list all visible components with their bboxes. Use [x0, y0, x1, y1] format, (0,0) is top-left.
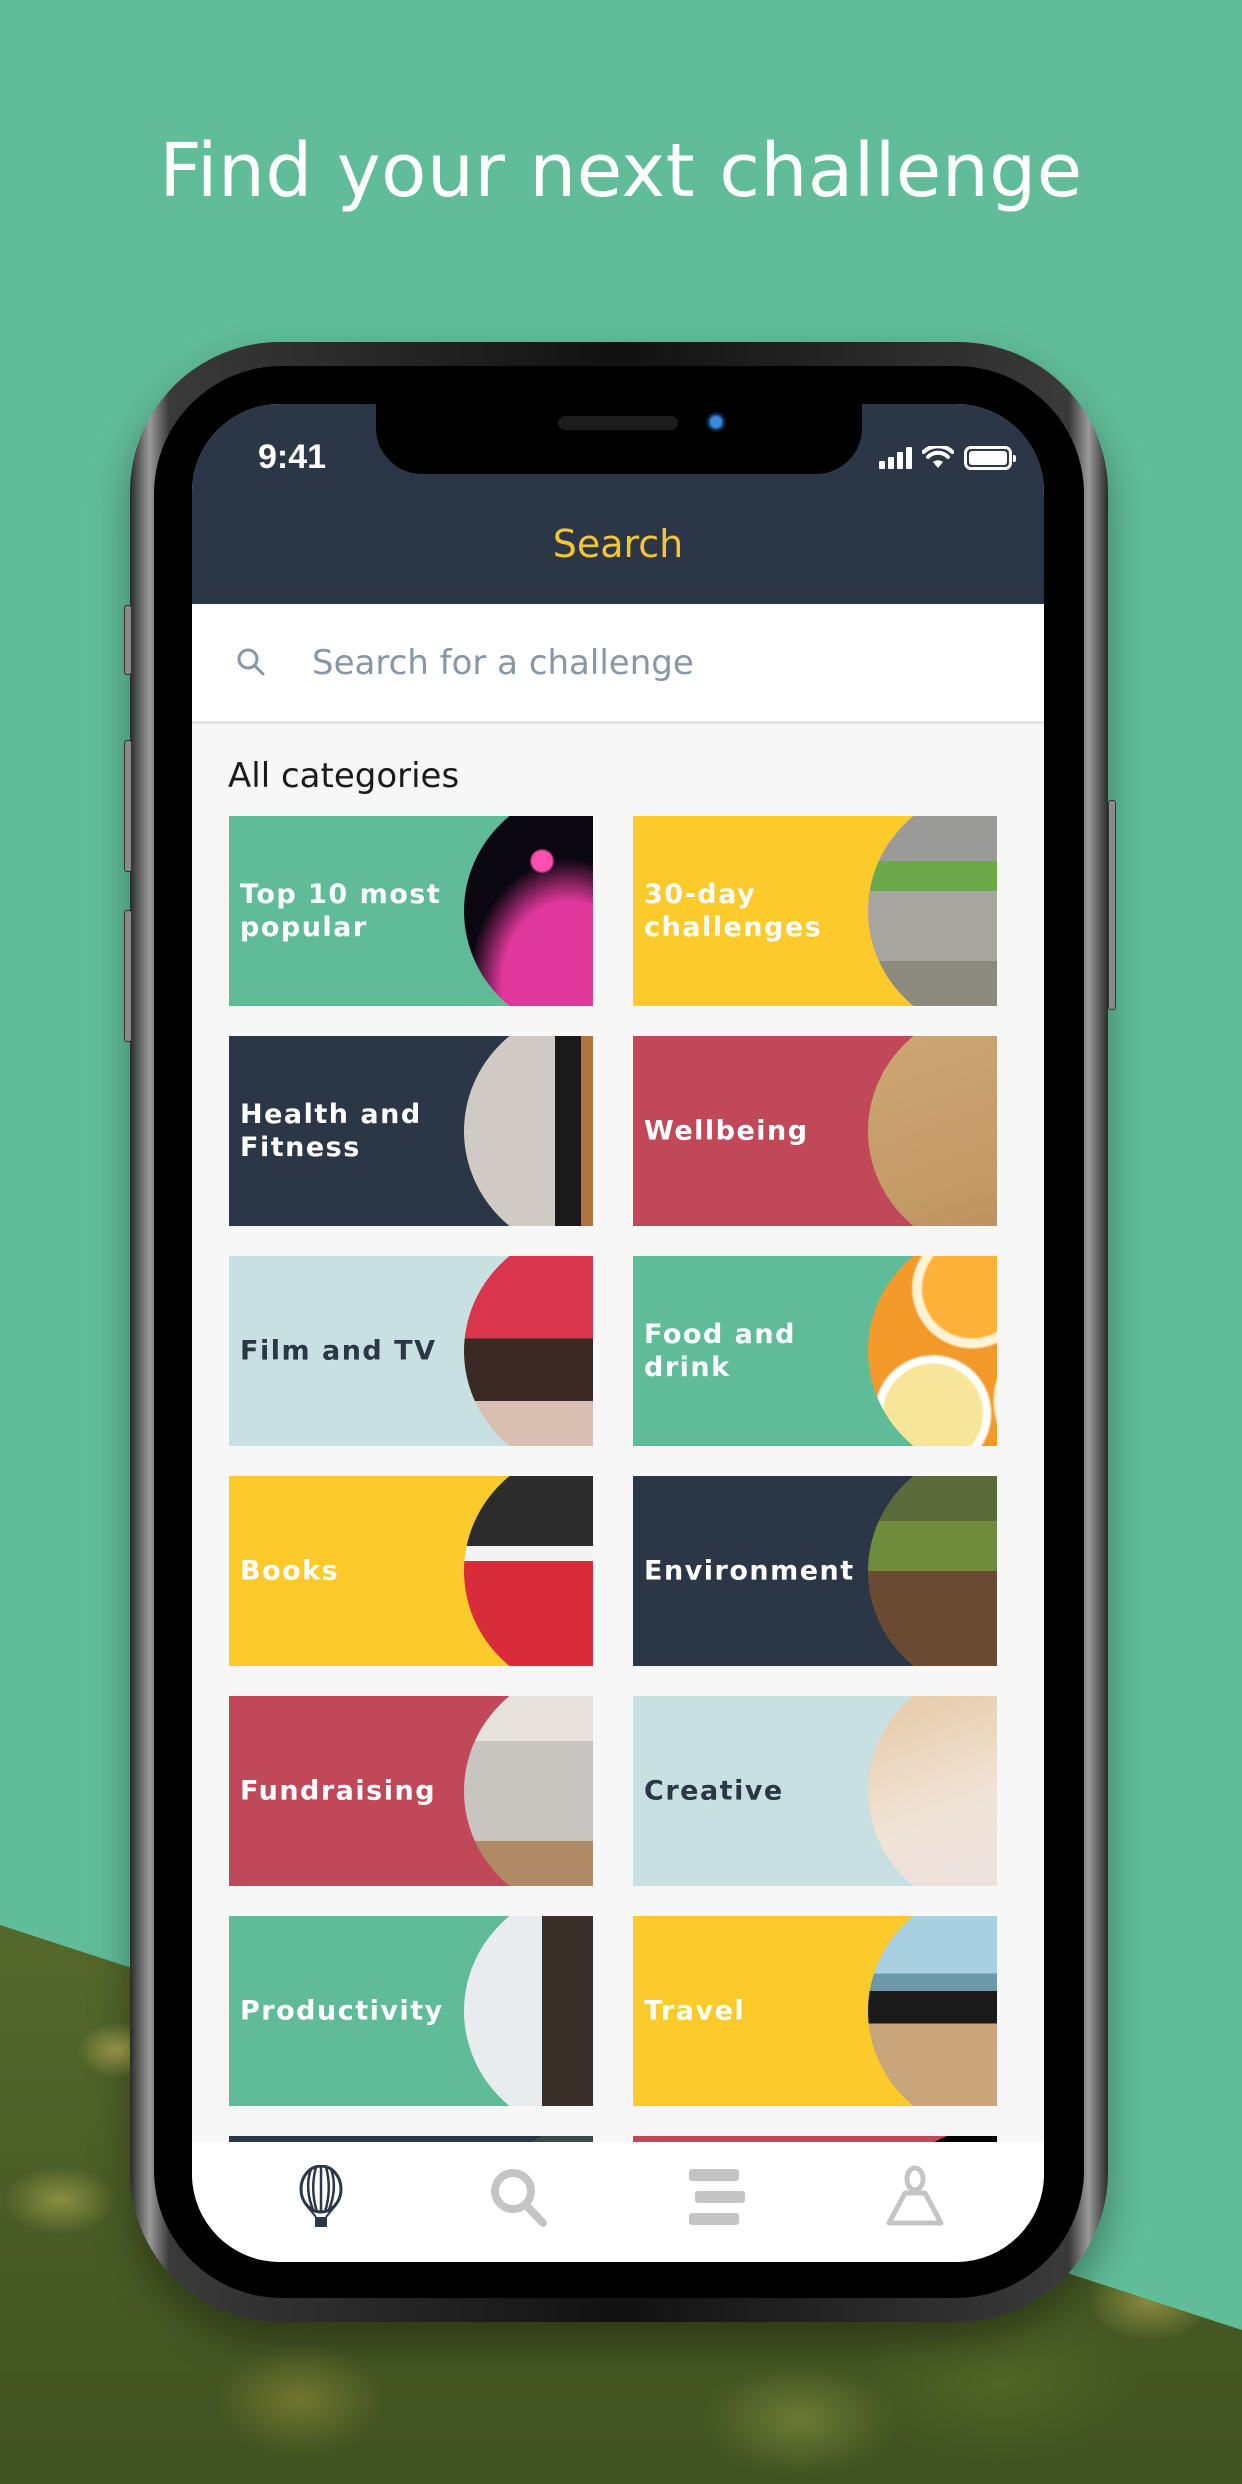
- hot-air-balloon-icon: [299, 2165, 343, 2227]
- notch: [376, 404, 862, 474]
- tab-profile[interactable]: [875, 2157, 955, 2237]
- search-input[interactable]: [312, 642, 912, 683]
- category-label: 30-day challenges: [644, 879, 823, 943]
- category-image: [464, 1696, 593, 1886]
- tab-bar: [192, 2142, 1044, 2262]
- category-image: [464, 1256, 593, 1446]
- category-label: Film and TV: [240, 1335, 437, 1367]
- category-card[interactable]: Food and drink: [633, 1256, 997, 1446]
- status-icons: [879, 446, 1016, 470]
- front-camera: [706, 412, 726, 432]
- tab-search[interactable]: [479, 2157, 559, 2237]
- header: 9:41 Search: [192, 404, 1044, 604]
- category-label: Environment: [644, 1555, 855, 1587]
- category-image: [464, 1036, 593, 1226]
- category-card[interactable]: Film and TV: [229, 1256, 593, 1446]
- profile-icon: [886, 2165, 944, 2226]
- search-bar[interactable]: [192, 604, 1044, 724]
- volume-down-button: [124, 910, 132, 1042]
- tab-explore[interactable]: [281, 2157, 361, 2237]
- category-card[interactable]: Books: [229, 1476, 593, 1666]
- status-time: 9:41: [258, 438, 327, 476]
- category-image: [868, 1036, 997, 1226]
- category-card[interactable]: Creative: [633, 1696, 997, 1886]
- category-card[interactable]: 30-day challenges: [633, 816, 997, 1006]
- page-title: Search: [552, 522, 684, 566]
- category-image: [464, 816, 593, 1006]
- category-label: Wellbeing: [644, 1115, 809, 1147]
- category-label: Creative: [644, 1775, 784, 1807]
- category-label: Health and Fitness: [240, 1099, 422, 1163]
- category-image: [868, 1256, 997, 1446]
- mute-switch: [124, 605, 132, 675]
- category-label: Top 10 most popular: [240, 879, 442, 943]
- category-card[interactable]: Fundraising: [229, 1696, 593, 1886]
- category-image: [868, 1696, 997, 1886]
- category-card[interactable]: Travel: [633, 1916, 997, 2106]
- search-icon: [237, 648, 265, 675]
- category-image: [868, 1916, 997, 2106]
- section-title: All categories: [228, 756, 460, 796]
- speaker: [558, 416, 678, 430]
- wifi-icon: [922, 446, 954, 468]
- category-image: [464, 1476, 593, 1666]
- app-screen: 9:41 Search All categories Top 10 most p…: [192, 404, 1044, 2262]
- cellular-signal-icon: [879, 447, 912, 469]
- category-label: Fundraising: [240, 1775, 437, 1807]
- category-card[interactable]: Environment: [633, 1476, 997, 1666]
- category-label: Food and drink: [644, 1319, 796, 1383]
- headline: Find your next challenge: [159, 128, 1083, 214]
- category-label: Travel: [644, 1995, 746, 2027]
- power-button: [1108, 800, 1116, 1010]
- category-card[interactable]: Wellbeing: [633, 1036, 997, 1226]
- category-card[interactable]: Health and Fitness: [229, 1036, 593, 1226]
- battery-icon: [964, 446, 1016, 470]
- list-icon: [689, 2169, 745, 2225]
- category-image: [868, 1476, 997, 1666]
- volume-up-button: [124, 740, 132, 872]
- search-icon: [491, 2169, 547, 2227]
- category-label: Productivity: [240, 1995, 444, 2027]
- category-image: [868, 816, 997, 1006]
- tab-list[interactable]: [677, 2157, 757, 2237]
- category-label: Books: [240, 1555, 340, 1587]
- category-image: [464, 1916, 593, 2106]
- category-grid: Top 10 most popular 30-day challenges Heal…: [229, 816, 1005, 2196]
- category-card[interactable]: Productivity: [229, 1916, 593, 2106]
- category-card[interactable]: Top 10 most popular: [229, 816, 593, 1006]
